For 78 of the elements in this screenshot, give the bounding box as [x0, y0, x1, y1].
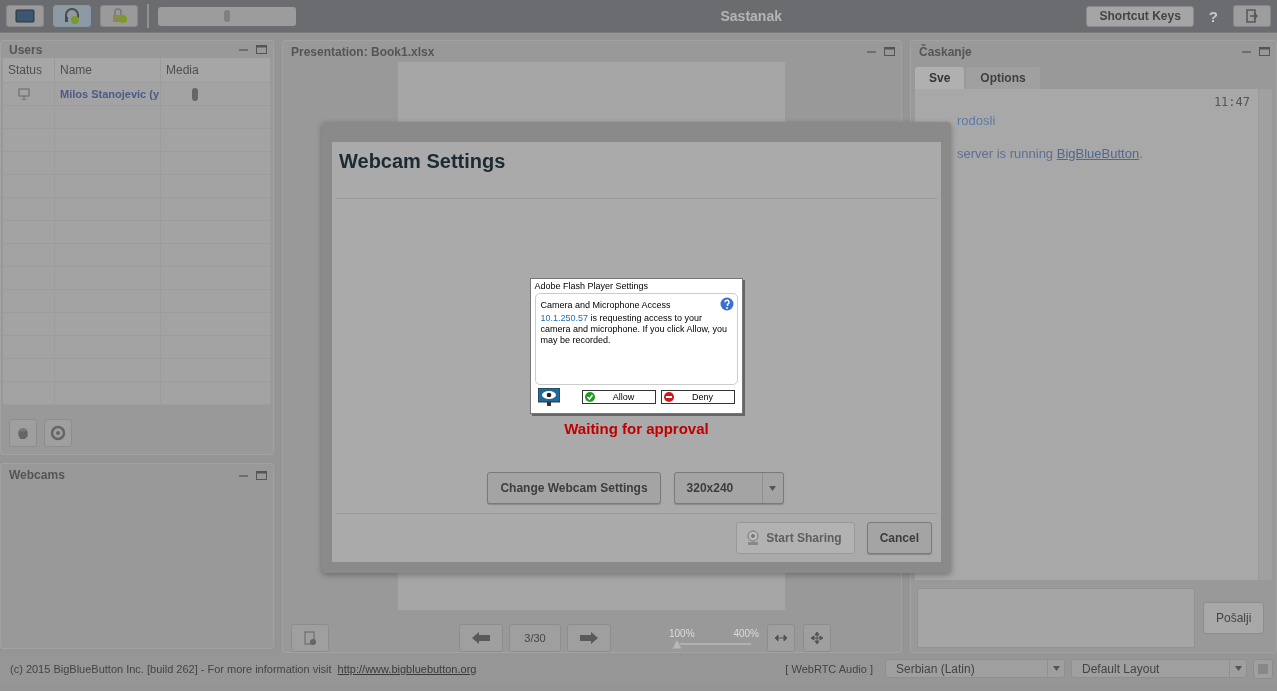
next-button[interactable]	[567, 624, 611, 652]
privacy-eye-icon[interactable]	[537, 388, 560, 406]
dialog-title: Webcam Settings	[338, 149, 507, 174]
toolbar-button[interactable]	[100, 5, 138, 27]
column-header[interactable]: Media	[161, 58, 271, 82]
column-header[interactable]: Name	[55, 58, 161, 82]
chat-message: rodosli	[957, 112, 997, 128]
chat-message: server is running BigBlueButton.	[957, 145, 1144, 161]
presenter-icon	[18, 88, 30, 100]
chat-tab[interactable]: Sve	[915, 66, 965, 89]
maximize-icon[interactable]	[256, 45, 267, 54]
language-dropdown[interactable]: Serbian (Latin)	[885, 659, 1065, 678]
help-link[interactable]: ?	[1202, 7, 1224, 25]
layout-dropdown[interactable]: Default Layout	[1071, 659, 1247, 678]
logout-icon	[1246, 9, 1258, 23]
toolbar-button[interactable]	[6, 5, 44, 27]
arrow-left-icon	[472, 632, 490, 644]
logout-button[interactable]	[1233, 5, 1271, 27]
volume-control[interactable]	[158, 6, 296, 26]
resolution-dropdown[interactable]: 320x240	[673, 472, 784, 504]
status-text: Waiting for approval	[564, 420, 709, 437]
maximize-icon[interactable]	[256, 470, 267, 480]
panel-title: Webcams	[9, 468, 66, 482]
flash-dialog-title: Adobe Flash Player Settings	[534, 281, 650, 291]
raise-hand-button[interactable]	[9, 419, 37, 447]
microphone-icon	[192, 87, 198, 101]
send-button[interactable]: Pošalji	[1203, 602, 1265, 634]
arrow-right-icon	[580, 632, 598, 644]
allow-button[interactable]: Allow	[581, 390, 656, 404]
change-webcam-settings-button[interactable]: Change Webcam Settings	[487, 472, 661, 504]
panel-title: Presentation: Book1.xlsx	[291, 44, 436, 59]
check-icon	[584, 392, 595, 402]
settings-button[interactable]	[44, 419, 72, 447]
fit-width-button[interactable]	[767, 624, 795, 652]
host-link[interactable]: 10.1.250.57	[540, 313, 589, 323]
minimize-icon[interactable]	[239, 473, 248, 477]
microphone-icon	[224, 10, 230, 22]
zoom-min-label: 100%	[669, 627, 695, 639]
message-time: 11:47	[1213, 94, 1250, 109]
meeting-title: Sastanak	[719, 8, 783, 24]
lock-icon	[110, 7, 128, 25]
user-name: Milos Stanojevic (y	[55, 83, 161, 105]
webcam-icon	[745, 530, 762, 546]
minimize-icon[interactable]	[1242, 50, 1251, 54]
copyright-text: (c) 2015 BigBlueButton Inc. [build 262] - For more information visit	[10, 662, 332, 675]
access-message: 10.1.250.57 is requesting access to your camera and microphone. If you click Allow, you may be recorded.	[540, 313, 729, 346]
help-icon[interactable]	[719, 297, 734, 311]
column-header[interactable]: Status	[3, 58, 55, 82]
minimize-icon[interactable]	[867, 50, 876, 53]
move-icon	[811, 632, 823, 644]
minimize-icon[interactable]	[239, 48, 248, 51]
caret-icon	[1234, 666, 1242, 671]
audio-status: [ WebRTC Audio ]	[785, 662, 873, 675]
monitor-icon	[15, 9, 35, 23]
cancel-button[interactable]: Cancel	[866, 522, 932, 554]
page-button[interactable]: 3/30	[509, 624, 561, 652]
toolbar-button[interactable]	[53, 5, 91, 27]
access-heading: Camera and Microphone Access	[540, 300, 671, 310]
deny-button[interactable]: Deny	[660, 390, 735, 404]
panel-title: Users	[9, 42, 44, 57]
website-link[interactable]: http://www.bigbluebutton.org	[337, 662, 477, 675]
move-button[interactable]	[803, 624, 831, 652]
horizontal-arrows-icon	[775, 635, 787, 641]
shortcut-keys-button[interactable]: Shortcut Keys	[1086, 5, 1194, 27]
chat-tab[interactable]: Options	[966, 66, 1040, 89]
caret-icon	[769, 485, 777, 491]
previous-button[interactable]	[459, 624, 503, 652]
document-icon	[304, 630, 316, 646]
maximize-icon[interactable]	[884, 47, 895, 56]
zoom-slider-thumb[interactable]	[672, 638, 682, 649]
zoom-max-label: 400%	[733, 627, 759, 639]
headset-icon	[63, 7, 81, 25]
panel-title: Časkanje	[919, 44, 973, 59]
settings-icon	[50, 425, 66, 441]
no-entry-icon	[663, 392, 674, 402]
caret-icon	[1052, 666, 1060, 671]
upload-button[interactable]	[291, 624, 329, 652]
maximize-icon[interactable]	[1259, 47, 1270, 57]
